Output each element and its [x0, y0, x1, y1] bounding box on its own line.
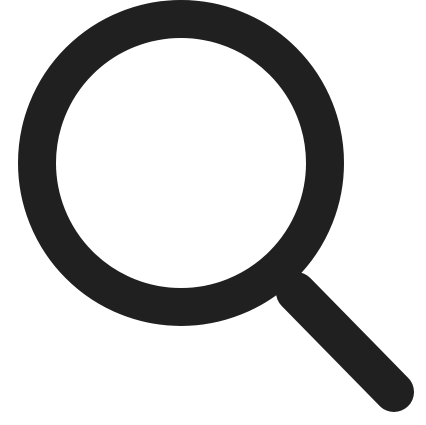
- icon-canvas: [0, 0, 426, 425]
- search-icon-handle: [276, 272, 414, 412]
- search-icon[interactable]: [0, 0, 426, 425]
- search-icon-lens: [18, 0, 344, 326]
